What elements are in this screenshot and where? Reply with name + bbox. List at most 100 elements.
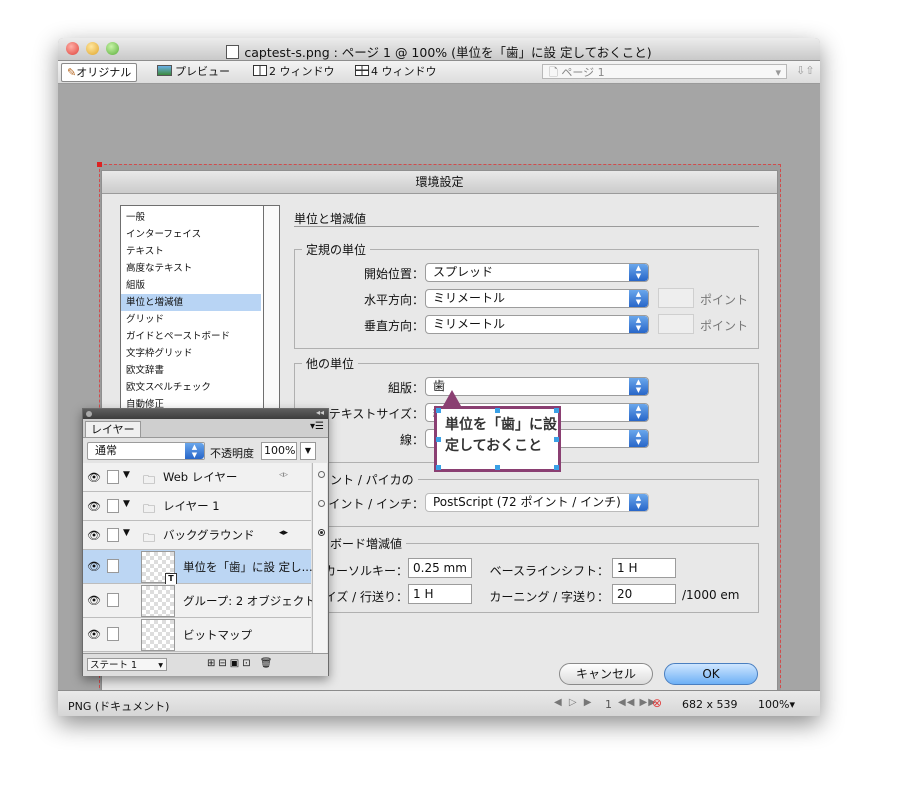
pencil-icon: ✎ xyxy=(67,66,77,79)
kerning-unit: /1000 em xyxy=(682,588,740,602)
disclosure-triangle-icon[interactable]: ▼ xyxy=(123,528,130,538)
zoom-value: 100% xyxy=(758,698,790,711)
visibility-eye-icon[interactable]: 👁 xyxy=(87,628,101,641)
lock-checkbox[interactable] xyxy=(107,559,119,573)
four-pane-icon xyxy=(355,65,369,76)
layer-list[interactable]: 👁 ▼ 🗀 Web レイヤー ◃▹ 👁 ▼ 🗀 レイヤー 1 👁 ▼ 🗀 バックグラウ… xyxy=(83,463,316,653)
panel-title-bar[interactable]: ◂◂ xyxy=(83,408,328,419)
collapse-icon[interactable]: ◂◂ xyxy=(316,408,324,417)
page-number: 1 xyxy=(605,698,612,711)
layer-row[interactable]: 👁 ビットマップ xyxy=(83,618,311,652)
disclosure-triangle-icon[interactable]: ▼ xyxy=(123,499,130,509)
vertical-value: ミリメートル xyxy=(433,317,506,331)
layer-name: Web レイヤー xyxy=(163,470,238,484)
page-select[interactable]: 🗋 ページ 1 ▾ xyxy=(542,64,787,79)
category-item[interactable]: グリッド xyxy=(121,311,261,328)
selection-handle[interactable] xyxy=(495,465,500,470)
folder-icon: 🗀 xyxy=(143,531,156,545)
horizontal-value: ミリメートル xyxy=(433,291,506,305)
ok-button[interactable]: OK xyxy=(664,663,758,685)
visibility-eye-icon[interactable]: 👁 xyxy=(87,500,101,513)
panel-close-icon[interactable] xyxy=(86,411,92,417)
ppi-popup[interactable]: PostScript (72 ポイント / インチ) ▲ ▼ xyxy=(425,493,649,512)
category-item[interactable]: 文字枠グリッド xyxy=(121,345,261,362)
export-icon[interactable]: ⇩⇧ xyxy=(796,64,814,77)
visibility-eye-icon[interactable]: 👁 xyxy=(87,471,101,484)
callout-line-1: 単位を「歯」に設 xyxy=(445,417,557,433)
lock-checkbox[interactable] xyxy=(107,627,119,641)
horizontal-popup[interactable]: ミリメートル ▲ ▼ xyxy=(425,289,649,308)
category-item[interactable]: 欧文スペルチェック xyxy=(121,379,261,396)
page-select-value: ページ 1 xyxy=(561,66,605,79)
selection-handle[interactable] xyxy=(495,408,500,413)
artboard-handle[interactable] xyxy=(97,162,102,167)
layer-name: ビットマップ xyxy=(183,628,252,642)
blend-mode-popup[interactable]: 通常 ▲ ▼ xyxy=(87,442,205,460)
category-item[interactable]: 高度なテキスト xyxy=(121,260,261,277)
tab-original[interactable]: ✎オリジナル xyxy=(61,63,138,82)
layer-row-selected[interactable]: 👁 T 単位を「歯」に設 定し... xyxy=(83,550,313,585)
vertical-points-field[interactable] xyxy=(658,314,694,334)
target-circle-icon[interactable] xyxy=(318,471,325,478)
state-select[interactable]: ステート 1 ▾ xyxy=(87,658,167,671)
category-item[interactable]: 単位と増減値 xyxy=(121,294,261,311)
selection-handle[interactable] xyxy=(436,437,441,442)
selection-handle[interactable] xyxy=(554,437,559,442)
layer-row[interactable]: 👁 ▼ 🗀 Web レイヤー ◃▹ xyxy=(83,463,311,492)
share-icon[interactable]: ◂▸ xyxy=(279,528,288,538)
baseline-field[interactable]: 1 H xyxy=(612,558,676,578)
visibility-eye-icon[interactable]: 👁 xyxy=(87,594,101,607)
category-item[interactable]: テキスト xyxy=(121,243,261,260)
panel-menu-icon[interactable]: ▾☰ xyxy=(310,421,324,432)
origin-popup[interactable]: スプレッド ▲ ▼ xyxy=(425,263,649,282)
vertical-popup[interactable]: ミリメートル ▲ ▼ xyxy=(425,315,649,334)
zoom-select[interactable]: 100%▾ xyxy=(758,698,795,711)
layer-row[interactable]: 👁 ▼ 🗀 バックグラウンド ◂▸ xyxy=(83,521,311,550)
lock-checkbox[interactable] xyxy=(107,593,119,607)
tab-2-window[interactable]: 2 ウィンドウ xyxy=(248,63,340,80)
cancel-button[interactable]: キャンセル xyxy=(559,663,653,685)
tab-4-window[interactable]: 4 ウィンドウ xyxy=(350,63,442,80)
opacity-dropdown[interactable]: ▼ xyxy=(300,442,316,460)
category-item[interactable]: 一般 xyxy=(121,209,261,226)
tab-layers[interactable]: レイヤー xyxy=(85,421,141,437)
window-title: captest-s.png : ページ 1 @ 100% (単位を「歯」に設 定… xyxy=(58,42,820,61)
opacity-label: 不透明度 xyxy=(210,447,254,460)
disclosure-triangle-icon[interactable]: ▼ xyxy=(123,470,130,480)
share-icon[interactable]: ◃▹ xyxy=(279,470,288,480)
layer-row[interactable]: 👁 ▼ 🗀 レイヤー 1 xyxy=(83,492,311,521)
popup-arrows-icon: ▲ ▼ xyxy=(629,290,648,307)
selection-handle[interactable] xyxy=(436,465,441,470)
category-item[interactable]: 欧文辞書 xyxy=(121,362,261,379)
lock-checkbox[interactable] xyxy=(107,528,119,542)
lock-checkbox[interactable] xyxy=(107,470,119,484)
kerning-field[interactable]: 20 xyxy=(612,584,676,604)
selection-handle[interactable] xyxy=(436,408,441,413)
lock-checkbox[interactable] xyxy=(107,499,119,513)
selection-handle[interactable] xyxy=(554,408,559,413)
category-item[interactable]: ガイドとペーストボード xyxy=(121,328,261,345)
target-circle-icon[interactable] xyxy=(318,500,325,507)
selection-handle[interactable] xyxy=(554,465,559,470)
size-leading-field[interactable]: 1 H xyxy=(408,584,472,604)
target-circle-icon[interactable] xyxy=(318,529,325,536)
tab-preview[interactable]: プレビュー xyxy=(152,63,235,80)
cursor-field[interactable]: 0.25 mm xyxy=(408,558,472,578)
category-item[interactable]: 組版 xyxy=(121,277,261,294)
category-item[interactable]: インターフェイス xyxy=(121,226,261,243)
layer-name: バックグラウンド xyxy=(163,528,255,542)
page-icon: 🗋 xyxy=(549,66,562,79)
callout-box[interactable]: 単位を「歯」に設 定しておくこと xyxy=(434,406,561,472)
horizontal-points-field[interactable] xyxy=(658,288,694,308)
stop-icon[interactable]: ⊗ xyxy=(652,696,662,710)
layer-row[interactable]: 👁 グループ: 2 オブジェクト xyxy=(83,584,316,618)
visibility-eye-icon[interactable]: 👁 xyxy=(87,560,101,573)
popup-arrows-icon: ▲ ▼ xyxy=(629,264,648,281)
layer-scrollbar[interactable] xyxy=(312,463,327,653)
opacity-field[interactable]: 100% xyxy=(261,442,297,460)
layers-panel: ◂◂ レイヤー ▾☰ 通常 ▲ ▼ 不透明度 100% ▼ 👁 ▼ 🗀 Web レイヤ… xyxy=(82,408,329,676)
panel-footer-buttons[interactable]: ⊞⊟▣⊡ 🗑 xyxy=(207,658,275,669)
visibility-eye-icon[interactable]: 👁 xyxy=(87,529,101,542)
page-nav-controls[interactable]: ◀ ▷ ▶ xyxy=(554,697,593,708)
vertical-points-unit: ポイント xyxy=(700,319,749,333)
